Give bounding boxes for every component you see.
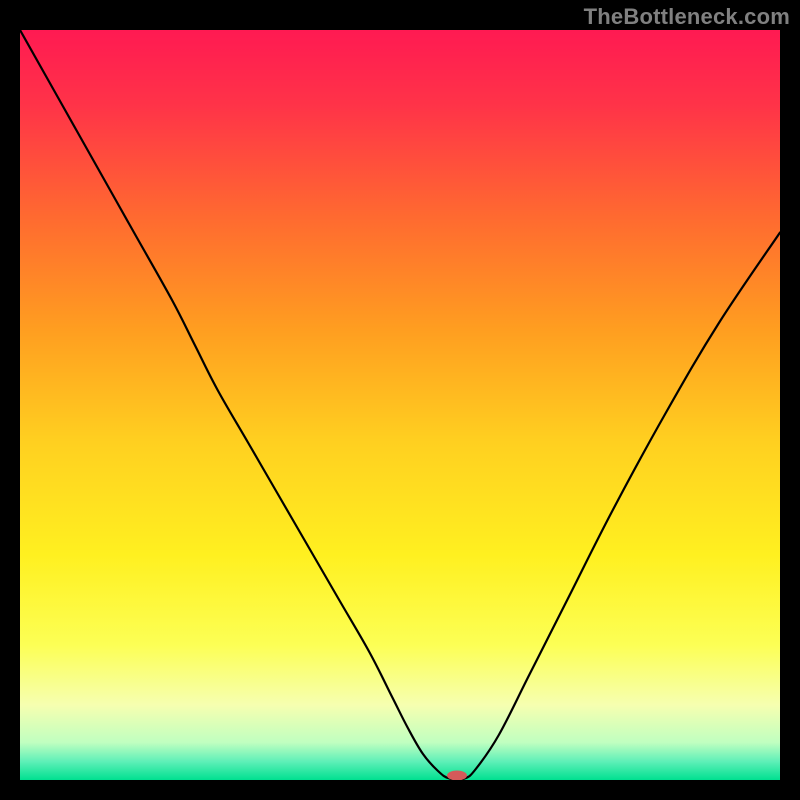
chart-frame: TheBottleneck.com (0, 0, 800, 800)
gradient-background (20, 30, 780, 780)
bottleneck-plot (20, 30, 780, 780)
watermark-text: TheBottleneck.com (584, 4, 790, 30)
chart-svg (20, 30, 780, 780)
